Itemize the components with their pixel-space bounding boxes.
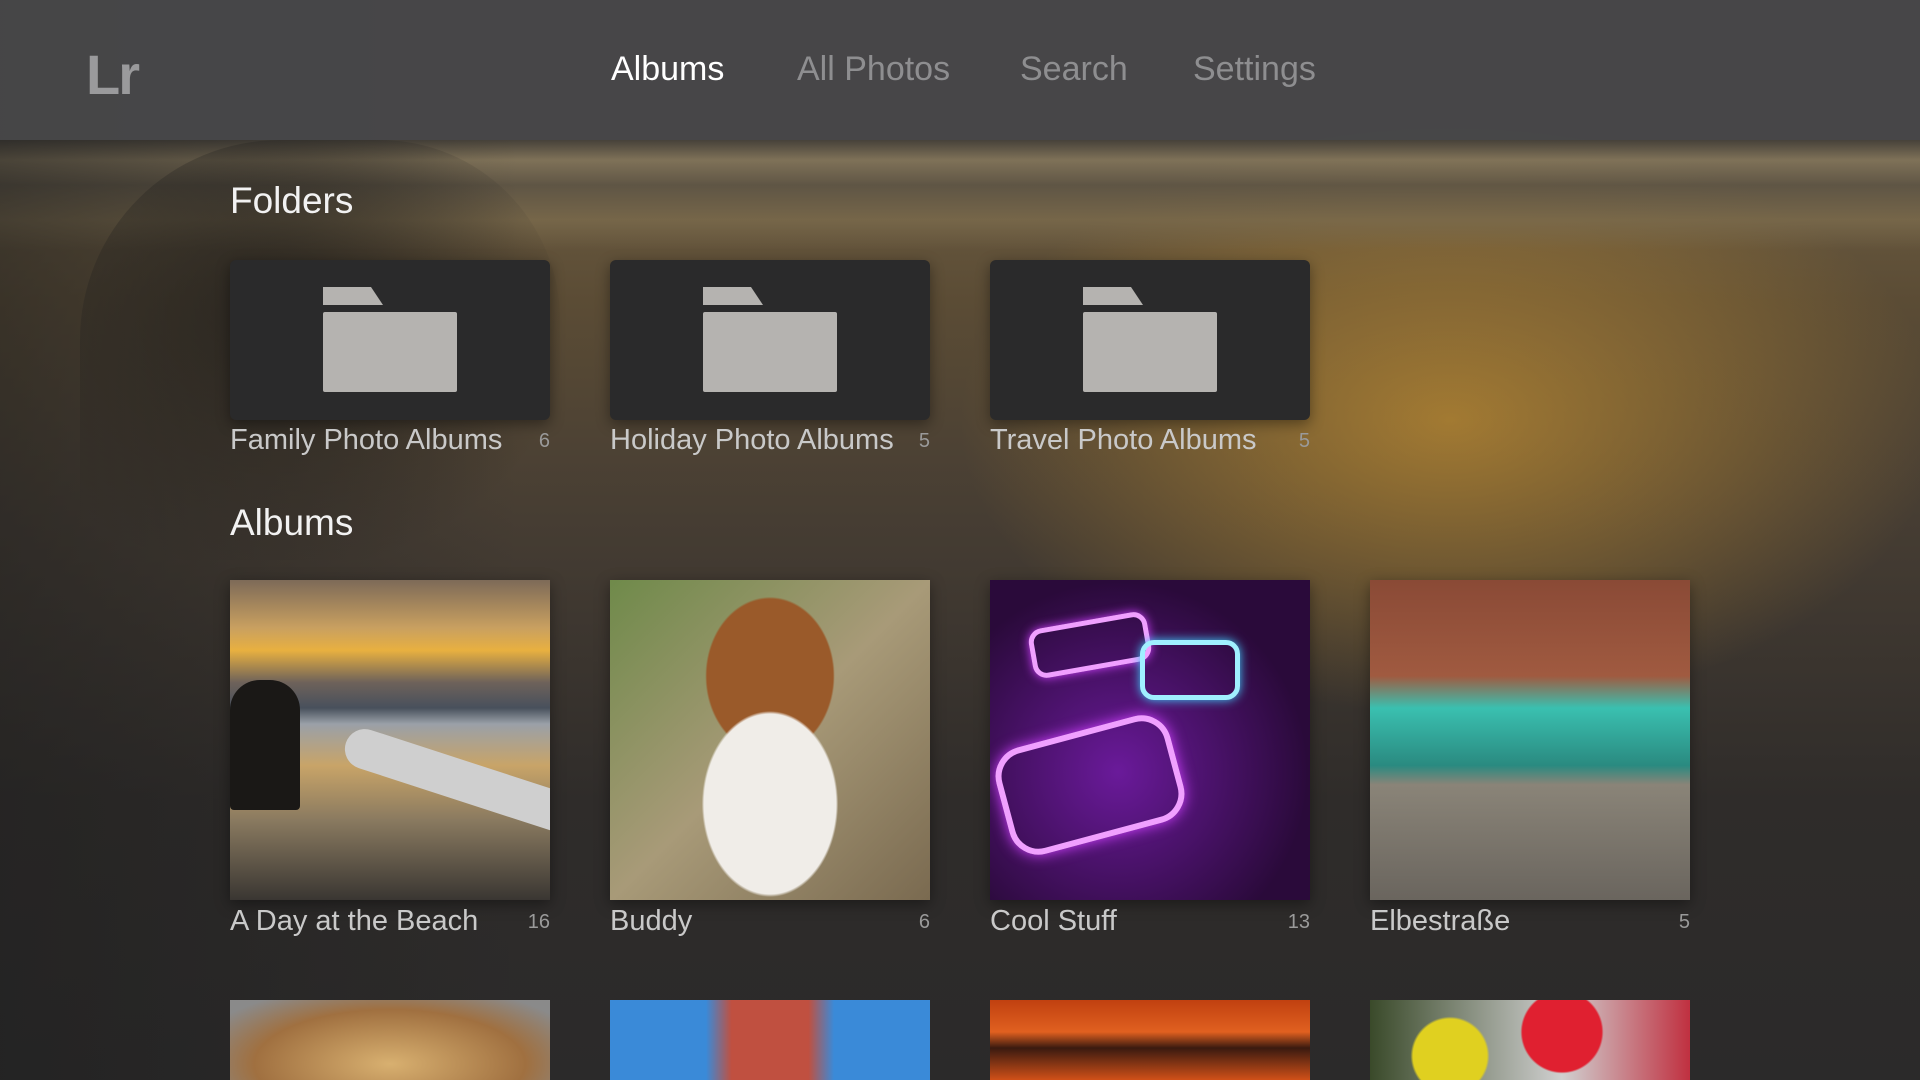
album-tile-gate[interactable] [990,1000,1310,1080]
album-tile-buddy[interactable] [610,580,930,900]
tab-settings[interactable]: Settings [1193,50,1316,89]
folder-count: 5 [1250,430,1310,453]
tab-all-photos[interactable]: All Photos [797,50,950,89]
album-tile-flowers[interactable] [1370,1000,1690,1080]
folder-tile-holiday[interactable] [610,260,930,420]
album-tile-pie[interactable] [230,1000,550,1080]
folder-count: 6 [490,430,550,453]
album-tile-beach[interactable] [230,580,550,900]
albums-heading: Albums [230,502,353,544]
album-count: 5 [1630,911,1690,934]
album-tile-cool-stuff[interactable] [990,580,1310,900]
album-count: 6 [870,911,930,934]
album-tile-elbestrasse[interactable] [1370,580,1690,900]
folder-icon [1083,287,1217,393]
folder-count: 5 [870,430,930,453]
album-count: 13 [1250,911,1310,934]
folder-tile-family[interactable] [230,260,550,420]
top-nav: Lr Albums All Photos Search Settings [0,0,1920,140]
tab-search[interactable]: Search [1020,50,1128,89]
album-count: 16 [490,911,550,934]
folder-tile-travel[interactable] [990,260,1310,420]
lightroom-logo: Lr [86,42,138,107]
album-tile-building[interactable] [610,1000,930,1080]
folder-icon [323,287,457,393]
tab-albums[interactable]: Albums [611,50,724,89]
folders-heading: Folders [230,180,353,222]
folder-icon [703,287,837,393]
